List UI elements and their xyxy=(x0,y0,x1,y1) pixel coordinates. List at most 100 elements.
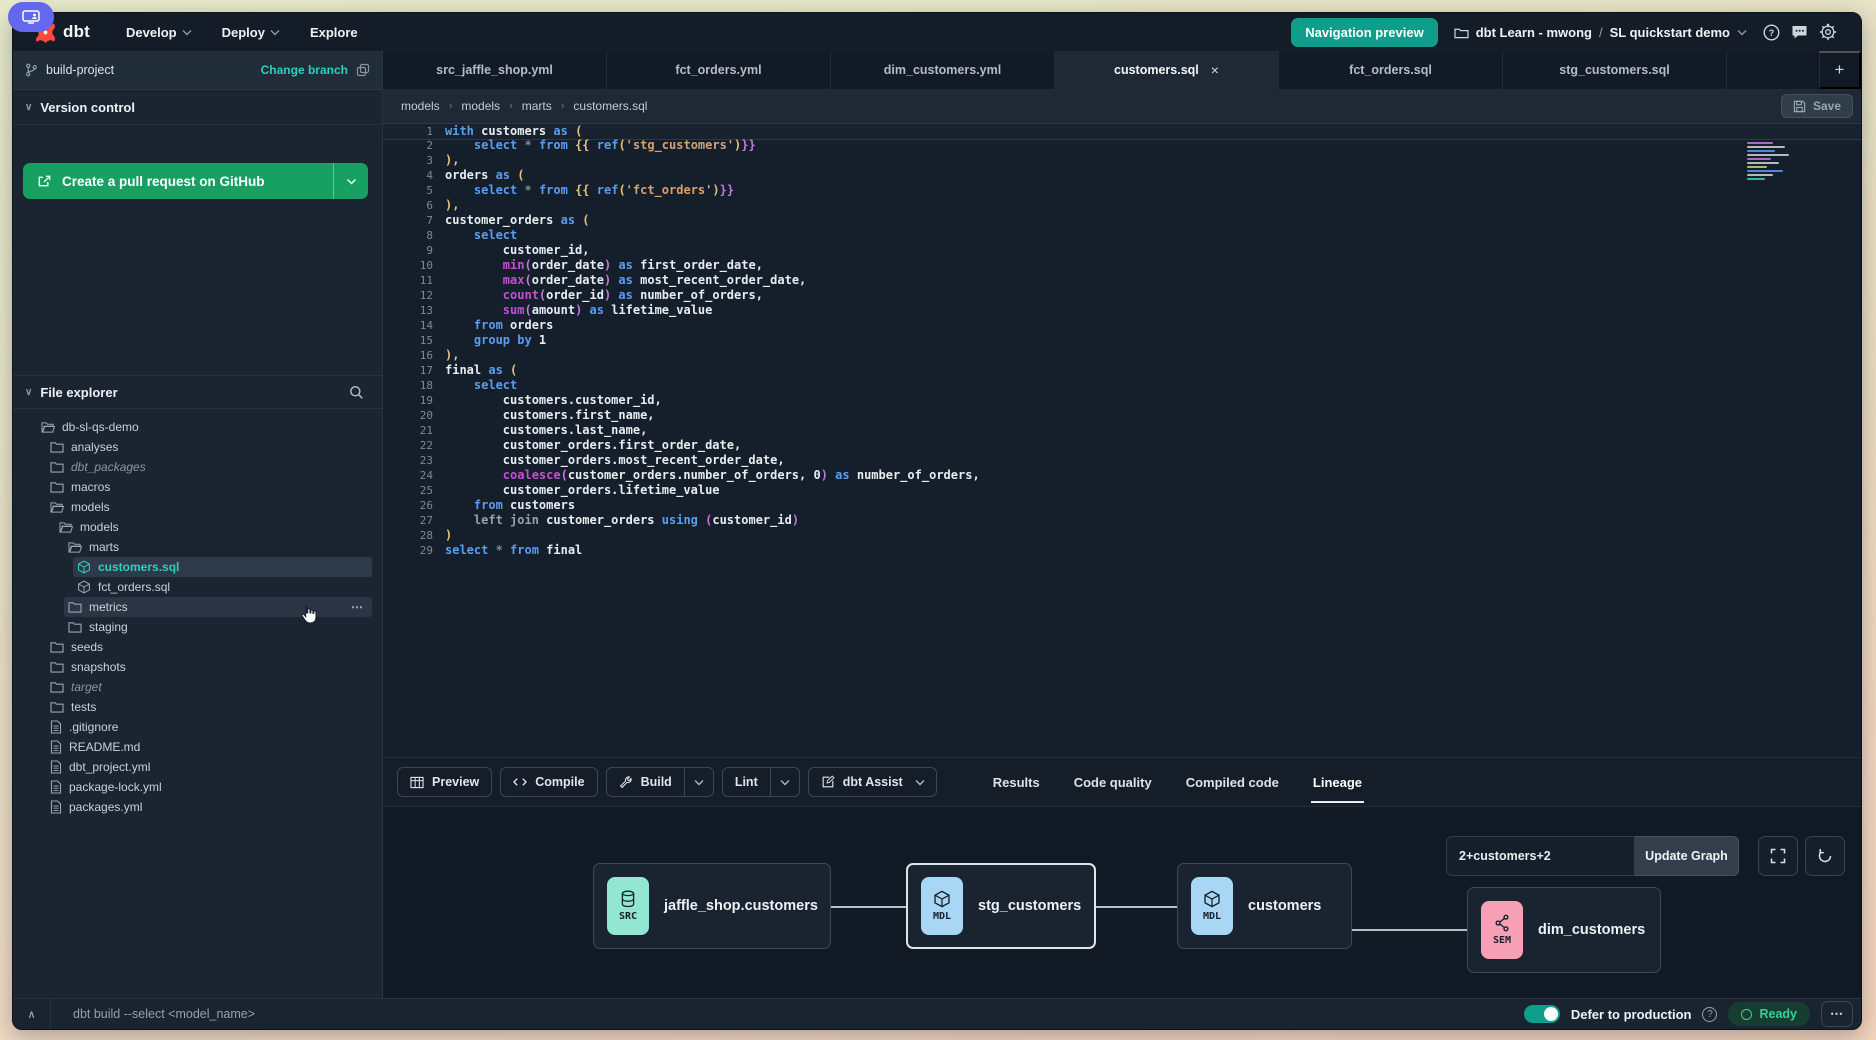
lineage-node-stg_customers[interactable]: MDLstg_customers xyxy=(906,863,1096,949)
dbt-assist-button[interactable]: dbt Assist xyxy=(808,767,937,797)
tree-item-db-sl-qs-demo[interactable]: db-sl-qs-demo xyxy=(37,417,372,437)
tree-item-tests[interactable]: tests xyxy=(46,697,372,717)
tree-item-README.md[interactable]: README.md xyxy=(46,737,372,757)
file-explorer-header[interactable]: ∨ File explorer xyxy=(13,375,382,409)
feedback-button[interactable] xyxy=(1791,24,1808,40)
tree-item-staging[interactable]: staging xyxy=(64,617,372,637)
lineage-canvas[interactable]: SRCjaffle_shop.customers MDLstg_customers… xyxy=(383,807,1861,999)
tree-item-packages.yml[interactable]: packages.yml xyxy=(46,797,372,817)
pr-dropdown-toggle[interactable] xyxy=(333,163,368,199)
screen-share-badge[interactable] xyxy=(8,2,54,32)
lint-dropdown-toggle[interactable] xyxy=(770,768,799,796)
code-line-21[interactable]: 21 customers.last_name, xyxy=(383,423,1861,438)
code-line-23[interactable]: 23 customer_orders.most_recent_order_dat… xyxy=(383,453,1861,468)
tree-item-snapshots[interactable]: snapshots xyxy=(46,657,372,677)
tree-item-metrics[interactable]: metrics⋯ xyxy=(64,597,372,617)
change-branch-button[interactable]: Change branch xyxy=(261,63,348,77)
tree-item-target[interactable]: target xyxy=(46,677,372,697)
tree-item-dbt_packages[interactable]: dbt_packages xyxy=(46,457,372,477)
build-button[interactable]: Build xyxy=(606,767,714,797)
defer-help-icon[interactable]: ? xyxy=(1702,1007,1717,1022)
breadcrumb-item[interactable]: models xyxy=(461,99,500,113)
compile-button[interactable]: Compile xyxy=(500,767,597,797)
copy-icon[interactable] xyxy=(356,63,370,77)
breadcrumb-item[interactable]: customers.sql xyxy=(573,99,647,113)
lineage-node-customers[interactable]: MDLcustomers xyxy=(1177,863,1352,949)
code-line-17[interactable]: 17final as ( xyxy=(383,363,1861,378)
command-bar-expand-button[interactable]: ∧ xyxy=(13,999,51,1029)
tab-customers.sql[interactable]: customers.sql× xyxy=(1055,51,1279,89)
code-line-28[interactable]: 28) xyxy=(383,528,1861,543)
lineage-refresh-button[interactable] xyxy=(1805,836,1845,876)
code-line-9[interactable]: 9 customer_id, xyxy=(383,243,1861,258)
code-line-5[interactable]: 5 select * from {{ ref('fct_orders')}} xyxy=(383,183,1861,198)
tree-item-package-lock.yml[interactable]: package-lock.yml xyxy=(46,777,372,797)
panel-tab-code-quality[interactable]: Code quality xyxy=(1072,760,1154,805)
tree-item-customers.sql[interactable]: customers.sql xyxy=(73,557,372,577)
code-line-6[interactable]: 6), xyxy=(383,198,1861,213)
account-name[interactable]: dbt Learn - mwong xyxy=(1476,25,1592,40)
code-line-10[interactable]: 10 min(order_date) as first_order_date, xyxy=(383,258,1861,273)
project-name[interactable]: SL quickstart demo xyxy=(1610,25,1730,40)
panel-tab-results[interactable]: Results xyxy=(991,760,1042,805)
defer-toggle[interactable] xyxy=(1524,1005,1560,1023)
tree-item-seeds[interactable]: seeds xyxy=(46,637,372,657)
tree-item-dbt_project.yml[interactable]: dbt_project.yml xyxy=(46,757,372,777)
navigation-preview-button[interactable]: Navigation preview xyxy=(1291,18,1437,47)
tree-item-fct_orders.sql[interactable]: fct_orders.sql xyxy=(73,577,372,597)
build-dropdown-toggle[interactable] xyxy=(684,768,713,796)
menu-deploy[interactable]: Deploy xyxy=(222,25,280,40)
code-line-19[interactable]: 19 customers.customer_id, xyxy=(383,393,1861,408)
code-line-14[interactable]: 14 from orders xyxy=(383,318,1861,333)
code-line-20[interactable]: 20 customers.first_name, xyxy=(383,408,1861,423)
code-line-3[interactable]: 3), xyxy=(383,153,1861,168)
code-line-24[interactable]: 24 coalesce(customer_orders.number_of_or… xyxy=(383,468,1861,483)
tree-item-analyses[interactable]: analyses xyxy=(46,437,372,457)
settings-button[interactable] xyxy=(1819,23,1837,41)
code-line-22[interactable]: 22 customer_orders.first_order_date, xyxy=(383,438,1861,453)
lineage-selector-input[interactable]: 2+customers+2 xyxy=(1446,836,1635,876)
update-graph-button[interactable]: Update Graph xyxy=(1635,836,1739,876)
command-input[interactable]: dbt build --select <model_name> xyxy=(73,1007,255,1021)
tab-fct_orders.yml[interactable]: fct_orders.yml xyxy=(607,51,831,89)
file-search-button[interactable] xyxy=(343,384,370,401)
code-line-7[interactable]: 7customer_orders as ( xyxy=(383,213,1861,228)
menu-develop[interactable]: Develop xyxy=(126,25,192,40)
tree-item-models[interactable]: models xyxy=(46,497,372,517)
tree-item-models[interactable]: models xyxy=(55,517,372,537)
breadcrumb-item[interactable]: models xyxy=(401,99,440,113)
tree-item-macros[interactable]: macros xyxy=(46,477,372,497)
version-control-header[interactable]: ∨ Version control xyxy=(13,90,382,125)
tab-stg_customers.sql[interactable]: stg_customers.sql xyxy=(1503,51,1727,89)
tab-close-button[interactable]: × xyxy=(1209,62,1219,78)
code-line-26[interactable]: 26 from customers xyxy=(383,498,1861,513)
new-tab-button[interactable]: + xyxy=(1819,51,1861,89)
ready-status-badge[interactable]: Ready xyxy=(1728,1002,1810,1026)
code-line-2[interactable]: 2 select * from {{ ref('stg_customers')}… xyxy=(383,138,1861,153)
code-line-27[interactable]: 27 left join customer_orders using (cust… xyxy=(383,513,1861,528)
menu-explore[interactable]: Explore xyxy=(310,25,358,40)
tree-item-menu-button[interactable]: ⋯ xyxy=(351,600,364,614)
more-options-button[interactable]: ⋯ xyxy=(1821,1001,1853,1027)
tab-src_jaffle_shop.yml[interactable]: src_jaffle_shop.yml xyxy=(383,51,607,89)
code-line-25[interactable]: 25 customer_orders.lifetime_value xyxy=(383,483,1861,498)
code-line-16[interactable]: 16), xyxy=(383,348,1861,363)
code-line-15[interactable]: 15 group by 1 xyxy=(383,333,1861,348)
breadcrumb-item[interactable]: marts xyxy=(522,99,552,113)
code-line-12[interactable]: 12 count(order_id) as number_of_orders, xyxy=(383,288,1861,303)
panel-tab-lineage[interactable]: Lineage xyxy=(1311,760,1364,805)
lint-button[interactable]: Lint xyxy=(722,767,800,797)
preview-button[interactable]: Preview xyxy=(397,767,492,797)
code-line-8[interactable]: 8 select xyxy=(383,228,1861,243)
help-button[interactable]: ? xyxy=(1763,24,1780,41)
project-breadcrumb[interactable]: dbt Learn - mwong / SL quickstart demo xyxy=(1454,25,1747,40)
panel-tab-compiled-code[interactable]: Compiled code xyxy=(1184,760,1281,805)
lineage-node-dim_customers[interactable]: SEMdim_customers xyxy=(1467,887,1661,973)
tab-fct_orders.sql[interactable]: fct_orders.sql xyxy=(1279,51,1503,89)
code-line-13[interactable]: 13 sum(amount) as lifetime_value xyxy=(383,303,1861,318)
save-button[interactable]: Save xyxy=(1781,94,1853,118)
lineage-node-jaffle_shop.customers[interactable]: SRCjaffle_shop.customers xyxy=(593,863,831,949)
code-line-18[interactable]: 18 select xyxy=(383,378,1861,393)
code-line-4[interactable]: 4orders as ( xyxy=(383,168,1861,183)
tree-item-.gitignore[interactable]: .gitignore xyxy=(46,717,372,737)
